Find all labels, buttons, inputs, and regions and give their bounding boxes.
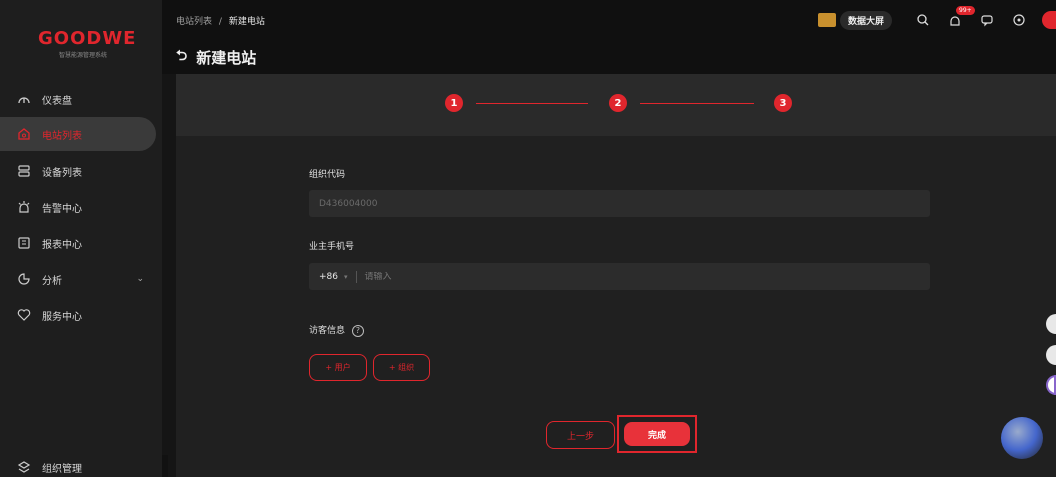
sidebar-item-dashboard[interactable]: 仪表盘 bbox=[0, 82, 156, 116]
page-title: ⮌ 新建电站 bbox=[176, 45, 256, 69]
form-area: 组织代码 D436004000 业主手机号 +86 ▾ 访客信息 ? + 用户 … bbox=[176, 136, 1056, 477]
finish-button[interactable]: 完成 bbox=[624, 422, 690, 446]
org-code-value: D436004000 bbox=[319, 198, 378, 209]
logo-text: GOODWE bbox=[38, 28, 137, 49]
chevron-down-icon[interactable]: ▾ bbox=[344, 273, 348, 281]
chevron-down-icon[interactable]: ⌄ bbox=[136, 274, 144, 284]
back-icon[interactable]: ⮌ bbox=[176, 45, 187, 69]
analysis-icon bbox=[16, 271, 32, 287]
step-2: 2 bbox=[609, 94, 627, 112]
sidebar-item-label: 电站列表 bbox=[42, 130, 82, 142]
divider bbox=[355, 270, 357, 283]
breadcrumb-separator: / bbox=[218, 17, 222, 27]
sidebar-item-analysis[interactable]: 分析 ⌄ bbox=[0, 262, 156, 296]
device-icon bbox=[16, 163, 32, 179]
org-code-label: 组织代码 bbox=[309, 170, 346, 180]
dashboard-icon bbox=[16, 91, 32, 107]
finish-highlight-frame: 完成 bbox=[617, 415, 697, 453]
breadcrumb-parent[interactable]: 电站列表 bbox=[176, 17, 212, 27]
notification-icon[interactable]: 99+ bbox=[946, 6, 975, 29]
sidebar-item-station-list[interactable]: 电站列表 bbox=[0, 117, 156, 151]
logo-subtitle: 智慧能源管理系统 bbox=[58, 52, 107, 59]
report-icon bbox=[16, 235, 32, 251]
app-root: GOODWE 智慧能源管理系统 仪表盘 电站列表 设备列表 告警中心 报表中心 … bbox=[0, 0, 1056, 477]
sidebar-item-label: 组织管理 bbox=[42, 463, 82, 475]
phone-prefix-select[interactable]: +86 bbox=[319, 272, 338, 282]
assistant-bubble-icon[interactable] bbox=[1001, 417, 1043, 459]
sidebar: GOODWE 智慧能源管理系统 仪表盘 电站列表 设备列表 告警中心 报表中心 … bbox=[0, 0, 162, 477]
search-icon[interactable] bbox=[914, 11, 932, 29]
settings-icon[interactable] bbox=[1010, 11, 1028, 29]
step-1: 1 bbox=[445, 94, 463, 112]
breadcrumb-current: 新建电站 bbox=[228, 17, 265, 27]
phone-input[interactable] bbox=[364, 271, 930, 282]
data-screen-button[interactable]: 数据大屏 bbox=[817, 10, 892, 30]
service-icon bbox=[16, 307, 32, 323]
avatar[interactable] bbox=[1042, 11, 1056, 29]
sidebar-item-label: 仪表盘 bbox=[42, 95, 72, 107]
sidebar-item-label: 告警中心 bbox=[42, 203, 82, 215]
sidebar-item-label: 报表中心 bbox=[42, 239, 82, 251]
page-title-text: 新建电站 bbox=[196, 48, 257, 67]
data-screen-label: 数据大屏 bbox=[839, 10, 892, 30]
step-connector bbox=[640, 103, 754, 104]
previous-step-button[interactable]: 上一步 bbox=[546, 421, 615, 449]
sidebar-item-device-list[interactable]: 设备列表 bbox=[0, 154, 156, 188]
sidebar-item-label: 设备列表 bbox=[42, 167, 82, 179]
org-code-field: D436004000 bbox=[309, 190, 930, 217]
notification-badge: 99+ bbox=[956, 6, 975, 15]
breadcrumb: 电站列表 / 新建电站 bbox=[176, 14, 265, 27]
visitor-info-text: 访客信息 bbox=[309, 326, 346, 336]
home-icon bbox=[16, 126, 32, 142]
screen-icon bbox=[817, 13, 836, 27]
sidebar-item-report-center[interactable]: 报表中心 bbox=[0, 226, 156, 260]
sidebar-item-label: 服务中心 bbox=[42, 311, 82, 323]
organization-icon bbox=[16, 459, 32, 475]
header: 电站列表 / 新建电站 ⮌ 新建电站 数据大屏 99+ bbox=[162, 0, 1056, 74]
visitor-info-label: 访客信息 ? bbox=[309, 323, 364, 337]
sidebar-item-service-center[interactable]: 服务中心 bbox=[0, 298, 156, 332]
sidebar-item-organization[interactable]: 组织管理 bbox=[0, 450, 156, 477]
owner-phone-label: 业主手机号 bbox=[309, 242, 355, 252]
add-user-button[interactable]: + 用户 bbox=[309, 354, 367, 381]
message-icon[interactable] bbox=[978, 11, 996, 29]
steps-bar: 1 2 3 bbox=[176, 74, 1056, 136]
alarm-icon bbox=[16, 199, 32, 215]
sidebar-item-alarm-center[interactable]: 告警中心 bbox=[0, 190, 156, 224]
logo: GOODWE 智慧能源管理系统 bbox=[38, 28, 137, 59]
step-3: 3 bbox=[774, 94, 792, 112]
add-organization-button[interactable]: + 组织 bbox=[373, 354, 430, 381]
owner-phone-field: +86 ▾ bbox=[309, 263, 930, 290]
help-icon[interactable]: ? bbox=[351, 324, 364, 337]
sidebar-item-label: 分析 bbox=[42, 275, 62, 287]
step-connector bbox=[476, 103, 588, 104]
top-actions: 数据大屏 99+ bbox=[817, 6, 1056, 32]
sidebar-collapse-handle[interactable] bbox=[162, 455, 168, 477]
